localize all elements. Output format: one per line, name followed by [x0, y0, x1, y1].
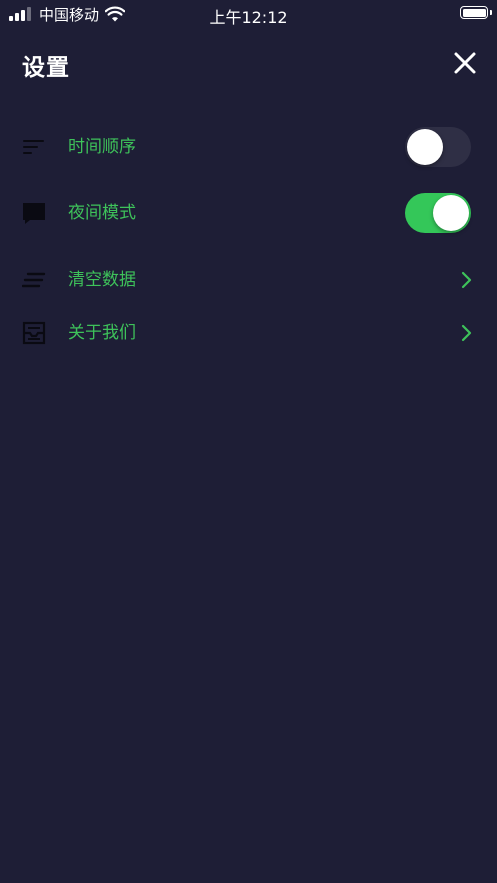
setting-label: 时间顺序: [68, 137, 136, 157]
chat-bubble-icon: [23, 203, 45, 224]
battery-level: [462, 8, 486, 17]
status-bar: 中国移动 上午12:12: [0, 0, 497, 30]
clear-lines-icon: [22, 272, 46, 288]
toggle-knob: [407, 129, 443, 165]
setting-label: 清空数据: [68, 270, 136, 290]
setting-label: 关于我们: [68, 323, 136, 343]
toggle-knob: [433, 195, 469, 231]
night-mode-toggle[interactable]: [405, 193, 471, 233]
time-order-toggle[interactable]: [405, 127, 471, 167]
battery-tip: [490, 10, 492, 15]
setting-row-night-mode[interactable]: 夜间模式: [0, 189, 497, 237]
setting-row-clear-data[interactable]: 清空数据: [0, 256, 497, 304]
status-time: 上午12:12: [209, 8, 288, 27]
setting-label: 夜间模式: [68, 203, 136, 223]
setting-row-time-order[interactable]: 时间顺序: [0, 123, 497, 171]
page-title: 设置: [22, 55, 70, 81]
battery-icon: [460, 6, 488, 19]
chevron-right-icon[interactable]: [461, 270, 473, 290]
close-icon[interactable]: [453, 51, 477, 75]
sort-lines-icon: [23, 140, 44, 154]
inbox-icon: [22, 321, 46, 345]
setting-row-about-us[interactable]: 关于我们: [0, 309, 497, 357]
chevron-right-icon[interactable]: [461, 323, 473, 343]
